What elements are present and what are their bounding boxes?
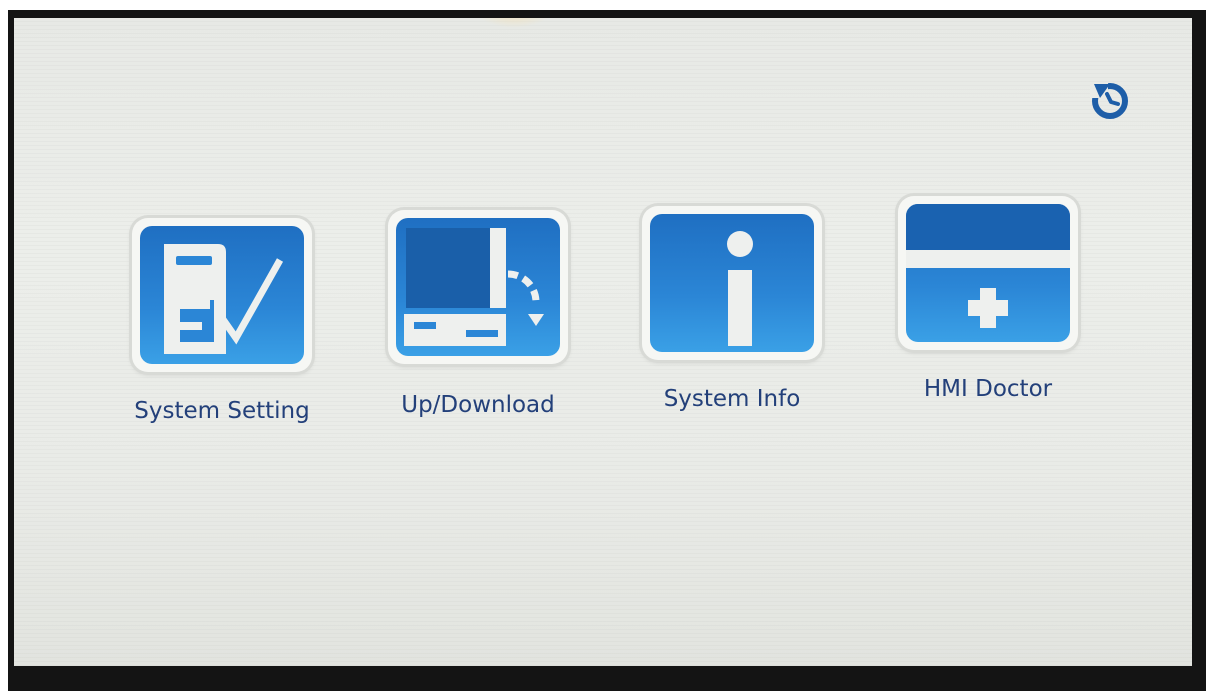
menu-hmi-doctor-button[interactable] [898,196,1078,350]
menu-label-system-setting: System Setting [134,398,310,424]
menu-up-download-button[interactable] [388,210,568,364]
system-setting-icon [140,226,304,364]
restart-icon[interactable] [1088,78,1132,122]
menu-system-info-button[interactable] [642,206,822,360]
menu-label-hmi-doctor: HMI Doctor [923,376,1053,402]
menu-system-setting-button[interactable] [132,218,312,372]
hmi-doctor-icon [906,204,1070,342]
hmi-screen: System Setting Up/Download System Info H… [14,18,1192,666]
info-icon [650,214,814,352]
menu-label-system-info: System Info [663,386,801,412]
menu-label-up-download: Up/Download [401,392,555,418]
up-download-icon [396,218,560,356]
